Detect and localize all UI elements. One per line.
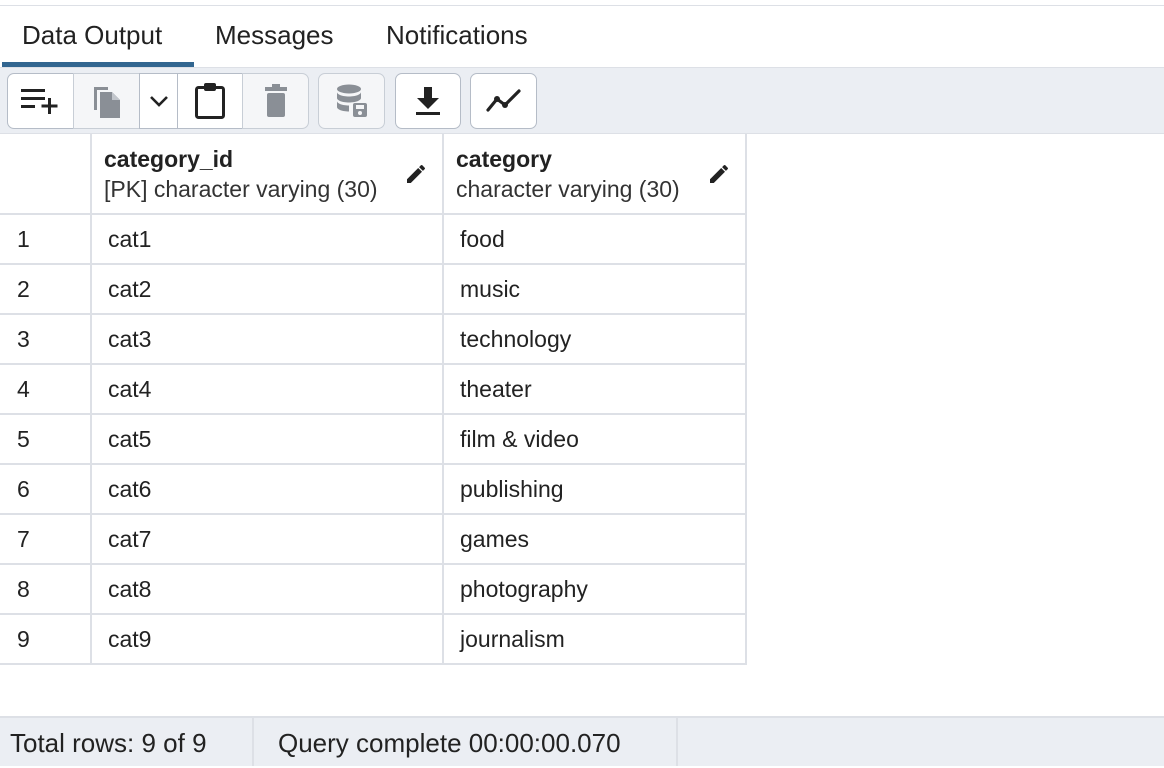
cell-category[interactable]: theater	[443, 364, 747, 415]
column-header-category[interactable]: category character varying (30)	[443, 134, 747, 215]
row-number[interactable]: 2	[0, 264, 92, 315]
chevron-down-icon	[149, 96, 168, 107]
cell-category-id[interactable]: cat2	[91, 264, 444, 315]
cell-category-id[interactable]: cat5	[91, 414, 444, 465]
table-row: 7 cat7 games	[0, 514, 747, 565]
query-status: Query complete 00:00:00.070	[254, 718, 678, 766]
result-tabs: Data Output Messages Notifications	[0, 6, 1164, 67]
copy-button[interactable]	[73, 73, 140, 129]
table-row: 4 cat4 theater	[0, 364, 747, 415]
status-bar: Total rows: 9 of 9 Query complete 00:00:…	[0, 716, 1164, 766]
database-save-icon	[336, 84, 367, 117]
query-result-panel: Data Output Messages Notifications categ…	[0, 0, 1164, 766]
cell-category-id[interactable]: cat1	[91, 214, 444, 265]
tab-notifications[interactable]: Notifications	[386, 6, 528, 67]
cell-category[interactable]: games	[443, 514, 747, 565]
column-type: character varying (30)	[456, 175, 680, 202]
column-name: category	[456, 145, 552, 172]
table-row: 5 cat5 film & video	[0, 414, 747, 465]
copy-icon	[93, 87, 120, 118]
cell-category-id[interactable]: cat3	[91, 314, 444, 365]
cell-category[interactable]: music	[443, 264, 747, 315]
cell-category-id[interactable]: cat8	[91, 564, 444, 615]
download-button[interactable]	[395, 73, 461, 129]
pencil-icon[interactable]	[707, 162, 731, 186]
clipboard-icon	[195, 83, 225, 119]
data-grid: category_id [PK] character varying (30) …	[0, 134, 747, 665]
delete-button[interactable]	[242, 73, 309, 129]
copy-options-button[interactable]	[139, 73, 178, 129]
row-number[interactable]: 8	[0, 564, 92, 615]
cell-category-id[interactable]: cat9	[91, 614, 444, 665]
column-type: [PK] character varying (30)	[104, 175, 378, 202]
add-row-icon	[20, 89, 57, 114]
cell-category-id[interactable]: cat7	[91, 514, 444, 565]
tab-data-output[interactable]: Data Output	[2, 6, 194, 67]
download-icon	[416, 87, 440, 115]
cell-category[interactable]: publishing	[443, 464, 747, 515]
add-row-button[interactable]	[7, 73, 74, 129]
row-number[interactable]: 3	[0, 314, 92, 365]
line-chart-icon	[485, 89, 521, 112]
paste-button[interactable]	[177, 73, 243, 129]
row-number[interactable]: 5	[0, 414, 92, 465]
graph-visualiser-button[interactable]	[470, 73, 537, 129]
row-number[interactable]: 6	[0, 464, 92, 515]
result-toolbar	[0, 67, 1164, 134]
cell-category-id[interactable]: cat4	[91, 364, 444, 415]
row-number[interactable]: 1	[0, 214, 92, 265]
tab-messages[interactable]: Messages	[215, 6, 334, 67]
table-row: 9 cat9 journalism	[0, 614, 747, 665]
cell-category[interactable]: journalism	[443, 614, 747, 665]
cell-category[interactable]: photography	[443, 564, 747, 615]
table-row: 8 cat8 photography	[0, 564, 747, 615]
table-row: 6 cat6 publishing	[0, 464, 747, 515]
row-number[interactable]: 4	[0, 364, 92, 415]
cell-category-id[interactable]: cat6	[91, 464, 444, 515]
cell-category[interactable]: technology	[443, 314, 747, 365]
column-header-category-id[interactable]: category_id [PK] character varying (30)	[91, 134, 444, 215]
table-row: 1 cat1 food	[0, 214, 747, 265]
header-row: category_id [PK] character varying (30) …	[0, 134, 747, 215]
trash-icon	[264, 84, 287, 117]
total-rows-status: Total rows: 9 of 9	[0, 718, 254, 766]
select-all-corner[interactable]	[0, 134, 92, 215]
table-row: 2 cat2 music	[0, 264, 747, 315]
pencil-icon[interactable]	[404, 162, 428, 186]
row-number[interactable]: 7	[0, 514, 92, 565]
table-row: 3 cat3 technology	[0, 314, 747, 365]
row-number[interactable]: 9	[0, 614, 92, 665]
cell-category[interactable]: film & video	[443, 414, 747, 465]
save-data-button[interactable]	[318, 73, 385, 129]
cell-category[interactable]: food	[443, 214, 747, 265]
column-name: category_id	[104, 145, 234, 172]
